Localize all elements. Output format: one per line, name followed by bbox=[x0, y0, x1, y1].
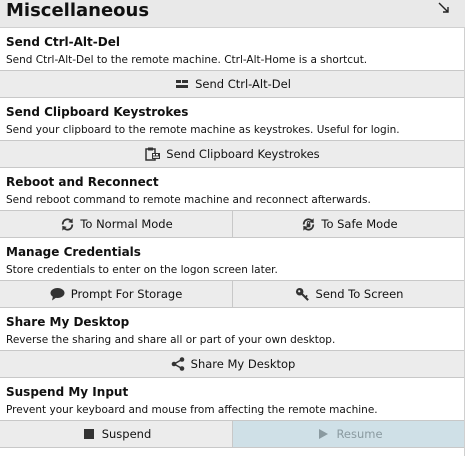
speech-bubble-icon bbox=[50, 286, 66, 302]
prompt-for-storage-button[interactable]: Prompt For Storage bbox=[0, 281, 232, 307]
refresh-lock-icon bbox=[300, 216, 316, 232]
section-suspend-my-input: Suspend My Input Prevent your keyboard a… bbox=[0, 384, 465, 448]
section-manage-credentials: Manage Credentials Store credentials to … bbox=[0, 244, 465, 308]
play-icon bbox=[315, 426, 331, 442]
section-share-my-desktop: Share My Desktop Reverse the sharing and… bbox=[0, 314, 465, 378]
button-label: Prompt For Storage bbox=[70, 287, 183, 301]
suspend-button[interactable]: Suspend bbox=[0, 421, 232, 447]
section-title: Share My Desktop bbox=[6, 315, 130, 329]
button-label: Share My Desktop bbox=[190, 357, 296, 371]
section-title: Manage Credentials bbox=[6, 245, 141, 259]
refresh-icon bbox=[59, 216, 75, 232]
button-row: To Normal Mode To Safe Mode bbox=[0, 210, 465, 238]
keyboard-icon bbox=[174, 76, 190, 92]
section-description: Reverse the sharing and share all or par… bbox=[6, 334, 336, 346]
section-send-ctrl-alt-del: Send Ctrl-Alt-Del Send Ctrl-Alt-Del to t… bbox=[0, 34, 465, 98]
send-ctrl-alt-del-button[interactable]: Send Ctrl-Alt-Del bbox=[0, 71, 465, 97]
button-label: Send Ctrl-Alt-Del bbox=[195, 77, 291, 91]
section-description: Prevent your keyboard and mouse from aff… bbox=[6, 404, 378, 416]
to-safe-mode-button[interactable]: To Safe Mode bbox=[232, 211, 465, 237]
section-description: Send your clipboard to the remote machin… bbox=[6, 124, 400, 136]
key-icon bbox=[295, 286, 311, 302]
section-title: Reboot and Reconnect bbox=[6, 175, 159, 189]
to-normal-mode-button[interactable]: To Normal Mode bbox=[0, 211, 232, 237]
send-clipboard-keystrokes-button[interactable]: Send Clipboard Keystrokes bbox=[0, 141, 465, 167]
button-row: Send Clipboard Keystrokes bbox=[0, 140, 465, 168]
clipboard-icon bbox=[145, 146, 161, 162]
button-row: Prompt For Storage Send To Screen bbox=[0, 280, 465, 308]
button-label: Resume bbox=[336, 427, 383, 441]
section-title: Send Clipboard Keystrokes bbox=[6, 105, 189, 119]
share-my-desktop-button[interactable]: Share My Desktop bbox=[0, 351, 465, 377]
expand-icon[interactable] bbox=[437, 1, 451, 15]
resume-button[interactable]: Resume bbox=[232, 421, 465, 447]
section-title: Suspend My Input bbox=[6, 385, 129, 399]
section-description: Store credentials to enter on the logon … bbox=[6, 264, 278, 276]
button-row: Send Ctrl-Alt-Del bbox=[0, 70, 465, 98]
send-to-screen-button[interactable]: Send To Screen bbox=[232, 281, 465, 307]
panel-title: Miscellaneous bbox=[6, 0, 150, 21]
share-icon bbox=[170, 356, 186, 372]
button-label: Send To Screen bbox=[315, 287, 404, 301]
button-row: Share My Desktop bbox=[0, 350, 465, 378]
button-label: Send Clipboard Keystrokes bbox=[166, 147, 320, 161]
button-label: To Safe Mode bbox=[321, 217, 398, 231]
section-send-clipboard-keystrokes: Send Clipboard Keystrokes Send your clip… bbox=[0, 104, 465, 168]
panel-header: Miscellaneous bbox=[0, 0, 465, 28]
stop-icon bbox=[81, 426, 97, 442]
button-label: Suspend bbox=[101, 427, 152, 441]
section-description: Send reboot command to remote machine an… bbox=[6, 194, 371, 206]
section-title: Send Ctrl-Alt-Del bbox=[6, 35, 120, 49]
section-description: Send Ctrl-Alt-Del to the remote machine.… bbox=[6, 54, 368, 66]
button-row: Suspend Resume bbox=[0, 420, 465, 448]
section-reboot-and-reconnect: Reboot and Reconnect Send reboot command… bbox=[0, 174, 465, 238]
button-label: To Normal Mode bbox=[80, 217, 173, 231]
